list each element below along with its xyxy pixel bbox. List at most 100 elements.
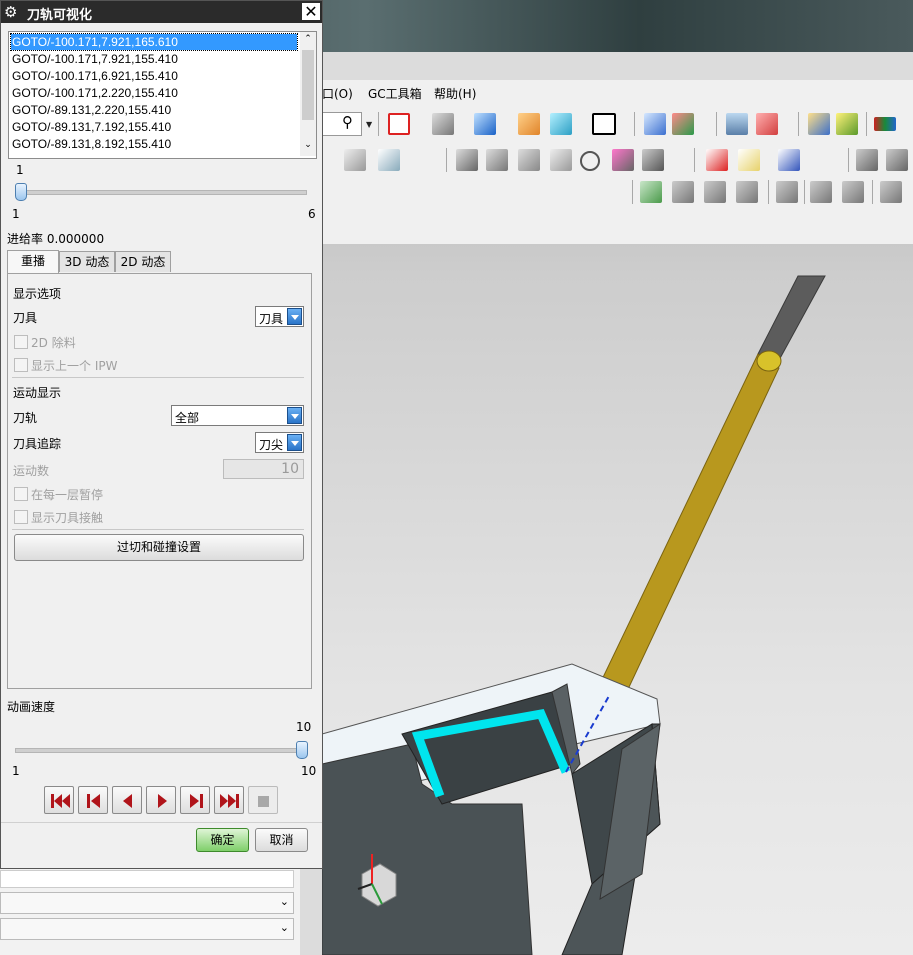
chevron-down-icon[interactable]: ⌄ — [280, 921, 289, 934]
footer-divider — [1, 822, 322, 823]
ok-button[interactable]: 确定 — [196, 828, 249, 852]
snap-icon[interactable] — [808, 113, 830, 135]
motion-count-field[interactable]: 10 — [223, 459, 304, 479]
tab-bar: 重播 3D 动态 2D 动态 — [7, 250, 312, 273]
list-item[interactable]: GOTO/-89.131,8.192,155.410 — [11, 136, 297, 152]
chevron-down-icon[interactable] — [287, 308, 302, 325]
scrollbar-thumb[interactable] — [302, 50, 314, 120]
cube-view-icon[interactable] — [474, 113, 496, 135]
pause-each-layer-checkbox[interactable] — [14, 487, 28, 501]
chevron-down-icon[interactable]: ⌄ — [280, 895, 289, 908]
remove-2d-checkbox[interactable] — [14, 335, 28, 349]
simulate-icon[interactable] — [642, 149, 664, 171]
move-icon[interactable] — [756, 113, 778, 135]
anim-speed-label: 动画速度 — [7, 700, 56, 714]
close-button[interactable]: ✕ — [302, 3, 320, 20]
list-item[interactable]: GOTO/-89.131,2.220,155.410 — [11, 102, 297, 118]
wcs-icon[interactable] — [644, 113, 666, 135]
background-icon[interactable] — [592, 113, 616, 135]
search-box[interactable]: ⚲ — [322, 112, 362, 136]
shop-doc-icon[interactable] — [378, 149, 400, 171]
tool-list-icon[interactable] — [704, 181, 726, 203]
show-tool-contact-checkbox[interactable] — [14, 510, 28, 524]
play-button[interactable] — [146, 786, 176, 814]
tool-label: 刀具 — [13, 311, 38, 325]
play-reverse-button[interactable] — [112, 786, 142, 814]
chevron-down-icon[interactable] — [287, 407, 302, 424]
analysis-icon[interactable] — [836, 113, 858, 135]
flag-icon[interactable] — [776, 181, 798, 203]
section-view-icon[interactable] — [518, 113, 540, 135]
rewind-start-button[interactable] — [44, 786, 74, 814]
toolbar-separator — [768, 180, 769, 204]
graphics-viewport[interactable] — [322, 244, 913, 955]
verify-icon[interactable] — [550, 149, 572, 171]
command-list[interactable]: GOTO/-100.171,7.921,165.610 GOTO/-100.17… — [8, 31, 317, 159]
program-view-icon[interactable] — [344, 149, 366, 171]
layer-icon[interactable] — [726, 113, 748, 135]
step-slider-track[interactable] — [15, 190, 307, 195]
fast-forward-end-button[interactable] — [214, 786, 244, 814]
tool-holder-icon[interactable] — [672, 181, 694, 203]
create-program-icon[interactable] — [706, 149, 728, 171]
filter-icon[interactable] — [874, 117, 896, 131]
chevron-down-icon[interactable]: ▼ — [366, 120, 372, 129]
anim-speed-slider-thumb[interactable] — [296, 741, 308, 759]
step-back-button[interactable] — [78, 786, 108, 814]
toolbar-separator — [804, 180, 805, 204]
path-select[interactable]: 全部 — [171, 405, 304, 426]
chevron-up-icon[interactable]: ⌃ — [300, 34, 316, 44]
check-tool-icon[interactable] — [640, 181, 662, 203]
cancel-button[interactable]: 取消 — [255, 828, 308, 852]
tool-icon[interactable] — [880, 181, 902, 203]
gouge-collision-settings-button[interactable]: 过切和碰撞设置 — [14, 534, 304, 561]
shaded-view-icon[interactable] — [432, 113, 454, 135]
curve-icon[interactable] — [612, 149, 634, 171]
tool-trace-select[interactable]: 刀尖 — [255, 432, 304, 453]
generate-path-icon[interactable] — [456, 149, 478, 171]
gear-icon[interactable]: ⚙ — [4, 3, 17, 21]
toolbar-separator — [378, 112, 379, 136]
toolbar-separator — [716, 112, 717, 136]
create-geometry-icon[interactable] — [778, 149, 800, 171]
clip-view-icon[interactable] — [550, 113, 572, 135]
fit-view-icon[interactable] — [388, 113, 410, 135]
menu-help[interactable]: 帮助(H) — [434, 85, 476, 102]
anim-speed-slider-track[interactable] — [15, 748, 307, 753]
dialog-titlebar[interactable]: ⚙ 刀轨可视化 ✕ — [1, 1, 322, 23]
display-object-icon[interactable] — [886, 149, 908, 171]
doc-icon[interactable] — [842, 181, 864, 203]
tab-3d-dynamic[interactable]: 3D 动态 — [59, 251, 115, 272]
toolbar-row-3 — [322, 176, 913, 208]
list-path-icon[interactable] — [518, 149, 540, 171]
navigator-row[interactable]: ⌄ — [0, 918, 294, 940]
show-prev-ipw-checkbox[interactable] — [14, 358, 28, 372]
list-item[interactable]: GOTO/-100.171,6.921,155.410 — [11, 68, 297, 84]
replay-icon[interactable] — [486, 149, 508, 171]
table-icon[interactable] — [736, 181, 758, 203]
menu-window[interactable]: 口(O) — [322, 85, 353, 102]
anim-speed-max: 10 — [301, 764, 317, 778]
tab-2d-dynamic[interactable]: 2D 动态 — [115, 251, 171, 272]
tab-replay[interactable]: 重播 — [7, 250, 59, 273]
edit-object-icon[interactable] — [856, 149, 878, 171]
list-item[interactable]: GOTO/-89.131,7.192,155.410 — [11, 119, 297, 135]
csys-icon[interactable] — [672, 113, 694, 135]
stop-button[interactable] — [248, 786, 278, 814]
list-item[interactable]: GOTO/-100.171,2.220,155.410 — [11, 85, 297, 101]
step-slider-thumb[interactable] — [15, 183, 27, 201]
chevron-down-icon[interactable] — [287, 434, 302, 451]
skip-to-end-icon — [220, 794, 239, 808]
chevron-down-icon[interactable]: ⌄ — [300, 140, 316, 150]
step-forward-button[interactable] — [180, 786, 210, 814]
navigator-row[interactable]: ⌄ — [0, 892, 294, 914]
list-item[interactable]: GOTO/-100.171,7.921,165.610 — [10, 33, 298, 51]
navigator-row[interactable] — [0, 870, 294, 888]
list-item[interactable]: GOTO/-100.171,7.921,155.410 — [11, 51, 297, 67]
tool-display-select[interactable]: 刀具 — [255, 306, 304, 327]
create-tool-icon[interactable] — [738, 149, 760, 171]
list-scrollbar[interactable]: ⌃ ⌄ — [300, 32, 316, 156]
circle-icon[interactable] — [580, 151, 600, 171]
info-icon[interactable] — [810, 181, 832, 203]
menu-gc-toolbox[interactable]: GC工具箱 — [368, 85, 422, 102]
